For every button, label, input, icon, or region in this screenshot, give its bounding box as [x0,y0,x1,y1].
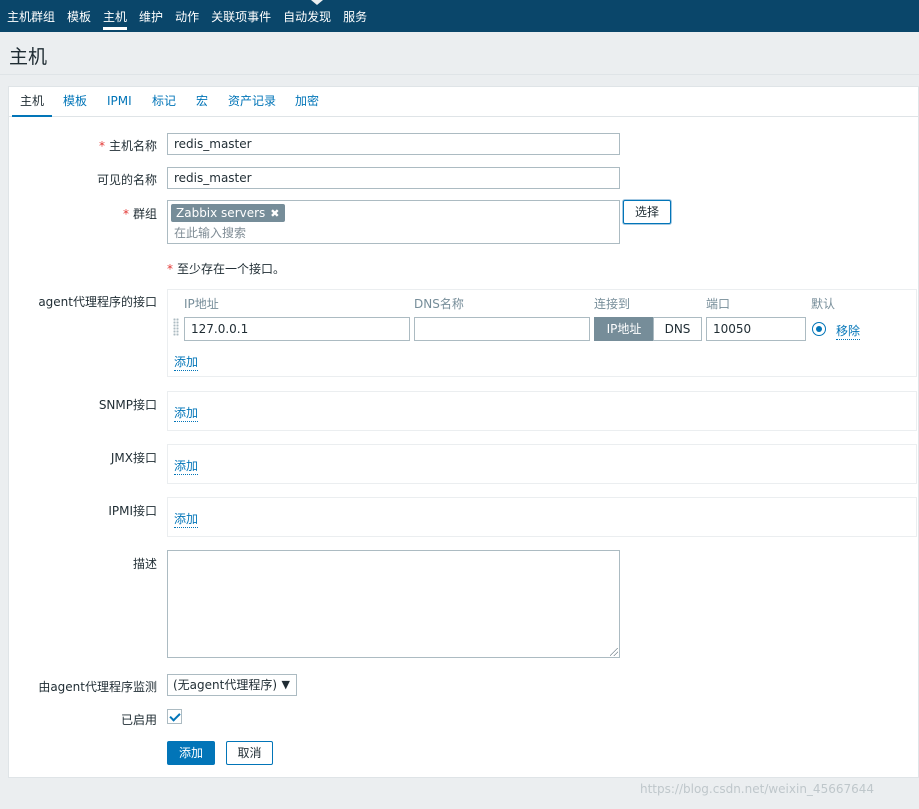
host-name-label: * 主机名称 [98,139,157,153]
agent-interface-box: IP地址 DNS名称 连接到 端口 默认 127.0.0.1 IP地址 DNS … [167,289,917,377]
snmp-interface-label: SNMP接口 [98,398,157,412]
groups-multiselect[interactable]: Zabbix servers ✖ 在此输入搜索 [167,200,620,244]
agent-port-input[interactable]: 10050 [706,317,806,341]
form-tabs: 主机 模板 IPMI 标记 宏 资产记录 加密 [9,87,918,117]
add-jmx-interface-link[interactable]: 添加 [174,457,199,475]
group-chip-label: Zabbix servers [176,206,266,220]
enabled-checkbox[interactable] [167,709,182,724]
remove-chip-icon[interactable]: ✖ [270,207,279,220]
connect-dns-toggle[interactable]: DNS [653,317,702,341]
agent-dns-input[interactable] [414,317,590,341]
jmx-interface-box: 添加 [167,444,917,484]
agent-ip-input[interactable]: 127.0.0.1 [184,317,410,341]
host-name-input[interactable]: redis_master [167,133,620,155]
dropdown-caret-icon: ▼ [281,678,290,691]
groups-label: * 群组 [122,207,157,221]
group-chip: Zabbix servers ✖ [171,204,285,222]
description-label: 描述 [132,557,157,571]
nav-item-discovery[interactable]: 自动发现 [277,0,337,32]
nav-item-services[interactable]: 服务 [337,0,373,32]
visible-name-input[interactable]: redis_master [167,167,620,189]
ipmi-interface-label: IPMI接口 [108,504,157,518]
select-groups-button[interactable]: 选择 [623,200,671,224]
resize-handle-icon[interactable] [610,648,618,656]
required-asterisk: * [167,262,173,276]
groups-search-placeholder[interactable]: 在此输入搜索 [174,224,246,241]
interface-note: * 至少存在一个接口。 [167,262,286,276]
add-agent-interface-link[interactable]: 添加 [174,353,199,371]
title-divider [0,74,919,75]
snmp-interface-box: 添加 [167,391,917,431]
connect-column-header: 连接到 [594,297,631,311]
add-ipmi-interface-link[interactable]: 添加 [174,510,199,528]
drag-handle-icon[interactable] [173,318,179,336]
connect-ip-toggle[interactable]: IP地址 [594,317,654,341]
nav-notch [311,0,323,5]
remove-interface-link[interactable]: 移除 [836,322,861,340]
checkmark-icon [169,710,181,722]
nav-item-host-groups[interactable]: 主机群组 [0,0,61,32]
visible-name-label: 可见的名称 [96,173,157,187]
description-textarea[interactable] [167,550,620,658]
enabled-label: 已启用 [120,713,157,727]
default-column-header: 默认 [811,297,836,311]
port-column-header: 端口 [706,297,731,311]
tab-encryption[interactable]: 加密 [295,87,319,117]
proxy-select[interactable]: (无agent代理程序) ▼ [167,674,297,696]
add-snmp-interface-link[interactable]: 添加 [174,404,199,422]
nav-item-correlation[interactable]: 关联项事件 [205,0,277,32]
ip-column-header: IP地址 [184,297,219,311]
agent-interface-label: agent代理程序的接口 [38,295,157,309]
ipmi-interface-box: 添加 [167,497,917,537]
tab-tags[interactable]: 标记 [152,87,176,117]
proxy-select-value: (无agent代理程序) [173,678,278,692]
required-asterisk: * [98,139,105,153]
jmx-interface-label: JMX接口 [110,451,157,465]
nav-item-hosts[interactable]: 主机 [97,0,133,32]
add-button[interactable]: 添加 [167,741,215,765]
required-asterisk: * [122,207,129,221]
watermark: https://blog.csdn.net/weixin_45667644 [640,782,875,796]
tab-host[interactable]: 主机 [12,87,52,117]
nav-item-templates[interactable]: 模板 [61,0,97,32]
default-interface-radio[interactable] [812,322,826,336]
tab-macros[interactable]: 宏 [196,87,208,117]
tab-templates[interactable]: 模板 [63,87,87,117]
top-navigation: 主机群组 模板 主机 维护 动作 关联项事件 自动发现 服务 [0,0,919,32]
tab-ipmi[interactable]: IPMI [107,87,132,117]
dns-column-header: DNS名称 [414,297,464,311]
tab-inventory[interactable]: 资产记录 [228,87,276,117]
nav-item-actions[interactable]: 动作 [169,0,205,32]
proxy-label: 由agent代理程序监测 [38,680,157,694]
cancel-button[interactable]: 取消 [226,741,273,765]
page-title: 主机 [9,46,48,68]
host-form-card: 主机 模板 IPMI 标记 宏 资产记录 加密 * 主机名称 redis_mast… [8,86,919,778]
nav-item-maintenance[interactable]: 维护 [133,0,169,32]
